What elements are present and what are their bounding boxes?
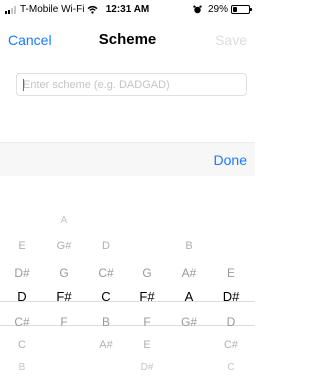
picker-option[interactable]: C: [2, 339, 42, 351]
save-button[interactable]: Save: [215, 32, 247, 48]
text-caret: [23, 79, 24, 91]
picker-option[interactable]: F: [44, 315, 84, 329]
status-bar: T-Mobile Wi-Fi 12:31 AM 29%: [0, 0, 255, 20]
picker-option[interactable]: D: [86, 240, 126, 252]
picker-option[interactable]: G#: [169, 315, 209, 329]
picker-column[interactable]: A G# G F# F: [44, 176, 84, 387]
picker-option[interactable]: E: [127, 339, 167, 351]
picker-column[interactable]: E D# D C# C B: [2, 176, 42, 387]
picker-option[interactable]: D#: [127, 362, 167, 373]
picker-option[interactable]: C#: [2, 315, 42, 329]
picker-option[interactable]: G#: [44, 240, 84, 252]
picker-option[interactable]: A#: [86, 339, 126, 351]
picker-option[interactable]: F: [127, 315, 167, 329]
done-button[interactable]: Done: [214, 152, 247, 168]
picker-column[interactable]: E D# D C# C: [211, 176, 251, 387]
picker-option[interactable]: G: [44, 266, 84, 280]
picker-option[interactable]: E: [211, 266, 251, 280]
picker-option[interactable]: E: [2, 240, 42, 252]
battery-fill: [233, 7, 237, 12]
picker-option[interactable]: B: [86, 315, 126, 329]
scheme-input-container[interactable]: [16, 73, 247, 96]
picker-option[interactable]: C: [211, 362, 251, 373]
keyboard-toolbar: Done: [0, 142, 255, 176]
picker-column[interactable]: B A# A G#: [169, 176, 209, 387]
picker-selected-value[interactable]: D: [2, 289, 42, 304]
alarm-icon: [193, 5, 202, 14]
picker-option[interactable]: G: [127, 266, 167, 280]
picker-selected-value[interactable]: F#: [127, 289, 167, 304]
picker-selected-value[interactable]: D#: [211, 289, 251, 304]
nav-bar: Cancel Scheme Save: [0, 20, 255, 60]
picker-option[interactable]: C#: [211, 339, 251, 351]
picker-option[interactable]: D: [211, 315, 251, 329]
picker-selected-value[interactable]: C: [86, 289, 126, 304]
picker-option[interactable]: B: [169, 240, 209, 252]
picker-selected-value[interactable]: A: [169, 289, 209, 304]
scheme-input[interactable]: [17, 74, 246, 95]
picker-column[interactable]: G F# F E D#: [127, 176, 167, 387]
picker-option[interactable]: D#: [2, 266, 42, 280]
picker-selected-value[interactable]: F#: [44, 289, 84, 304]
tuning-picker[interactable]: E D# D C# C B A G# G F# F D C# C B A# G F# F E D# B A# A G# E D# D C…: [0, 176, 255, 387]
picker-column[interactable]: D C# C B A#: [86, 176, 126, 387]
status-right: 29%: [193, 4, 252, 15]
picker-option[interactable]: B: [2, 362, 42, 373]
picker-option[interactable]: A: [44, 215, 84, 226]
battery-icon: [231, 5, 252, 14]
picker-option[interactable]: A#: [169, 266, 209, 280]
picker-option[interactable]: C#: [86, 266, 126, 280]
battery-percent: 29%: [207, 4, 228, 15]
